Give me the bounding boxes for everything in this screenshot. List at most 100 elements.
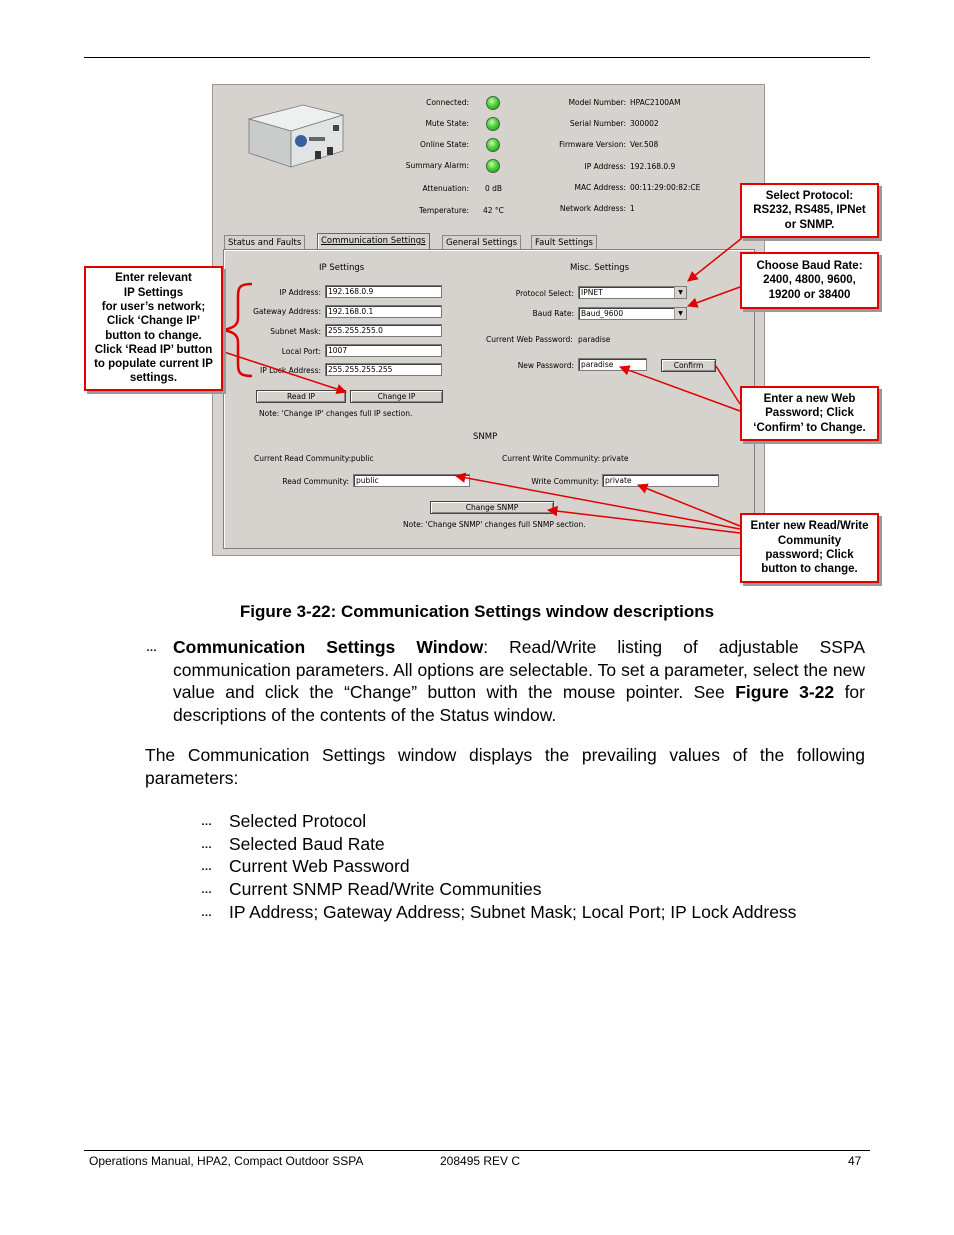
current-read-community-value: public xyxy=(351,454,374,463)
mute-label: Mute State: xyxy=(425,119,469,128)
tab-status-faults[interactable]: Status and Faults xyxy=(224,235,306,250)
callout-baud-line: 2400, 4800, 9600, xyxy=(763,274,856,287)
callout-web-password: Enter a new Web Password; Click ‘Confirm… xyxy=(740,386,879,441)
list-item: Current Web Password xyxy=(229,856,410,876)
summary-alarm-label: Summary Alarm: xyxy=(405,161,469,170)
new-password-input[interactable]: paradise xyxy=(578,358,647,371)
callout-community-line: button to change. xyxy=(761,563,858,576)
baud-select[interactable]: Baud_9600 ▼ xyxy=(578,307,687,320)
ip-lock-label: IP Lock Address: xyxy=(260,366,321,375)
read-community-label: Read Community: xyxy=(282,477,349,486)
callout-ip-line: for user’s network; xyxy=(101,300,206,313)
baud-value: Baud_9600 xyxy=(581,309,624,318)
baud-label: Baud Rate: xyxy=(532,309,574,318)
callout-ip-line: settings. xyxy=(129,372,178,385)
footer-page-number: 47 xyxy=(848,1154,862,1168)
current-web-password-value: paradise xyxy=(578,335,611,344)
callout-baud-rate: Choose Baud Rate: 2400, 4800, 9600, 1920… xyxy=(740,252,879,309)
bullet-icon: … xyxy=(146,642,157,654)
bullet-icon: … xyxy=(201,839,212,851)
local-port-input[interactable]: 1007 xyxy=(325,344,442,357)
serial-label: Serial Number: xyxy=(569,119,626,128)
bullet-icon: … xyxy=(201,884,212,896)
callout-ip-line: Click ‘Change IP’ xyxy=(106,315,201,328)
status-ip-value: 192.168.0.9 xyxy=(630,162,676,171)
header-rule xyxy=(84,57,870,58)
ip-settings-heading: IP Settings xyxy=(319,263,365,273)
model-label: Model Number: xyxy=(568,98,626,107)
footer-rule xyxy=(84,1150,870,1151)
protocol-value: IPNET xyxy=(581,288,603,297)
online-label: Online State: xyxy=(420,140,469,149)
callout-ip-line: IP Settings xyxy=(123,286,184,299)
protocol-select[interactable]: IPNET ▼ xyxy=(578,286,687,299)
read-ip-button[interactable]: Read IP xyxy=(256,390,346,403)
callout-protocol: Select Protocol: RS232, RS485, IPNet or … xyxy=(740,183,879,238)
model-value: HPAC2100AM xyxy=(630,98,681,107)
callout-protocol-line: RS232, RS485, IPNet xyxy=(753,204,866,217)
chevron-down-icon[interactable]: ▼ xyxy=(674,308,686,319)
bullet-icon: … xyxy=(201,816,212,828)
callout-community-line: Community xyxy=(777,534,842,547)
firmware-label: Firmware Version: xyxy=(559,140,626,149)
callout-community-line: Enter new Read/Write xyxy=(750,520,869,533)
callout-protocol-line: Select Protocol: xyxy=(765,190,854,203)
callout-ip-line: to populate current IP xyxy=(94,358,213,371)
new-password-label: New Password: xyxy=(517,361,574,370)
protocol-label: Protocol Select: xyxy=(515,289,574,298)
comm-settings-window: Connected: Mute State: Online State: Sum… xyxy=(212,84,765,556)
local-port-label: Local Port: xyxy=(281,347,321,356)
current-write-community-value: private xyxy=(602,454,629,463)
bullet-icon: … xyxy=(201,861,212,873)
tab-fault-settings[interactable]: Fault Settings xyxy=(531,235,597,250)
callout-baud-line: Choose Baud Rate: xyxy=(756,260,863,273)
list-item: IP Address; Gateway Address; Subnet Mask… xyxy=(229,902,797,922)
write-community-label: Write Community: xyxy=(531,477,599,486)
current-write-community-label: Current Write Community: xyxy=(502,454,601,463)
callout-password-line: Enter a new Web xyxy=(763,393,856,406)
p1-bold: Communication Settings Window xyxy=(173,637,484,657)
callout-protocol-line: or SNMP. xyxy=(784,218,835,231)
bullet-icon: … xyxy=(201,907,212,919)
temperature-label: Temperature: xyxy=(418,206,469,215)
change-ip-button[interactable]: Change IP xyxy=(350,390,443,403)
serial-value: 300002 xyxy=(630,119,659,128)
snmp-note: Note: 'Change SNMP' changes full SNMP se… xyxy=(403,520,586,529)
body-paragraph-1: Communication Settings Window: Read/Writ… xyxy=(173,636,865,726)
gateway-label: Gateway Address: xyxy=(253,307,321,316)
callout-ip-settings: Enter relevant IP Settings for user’s ne… xyxy=(84,266,223,391)
callout-community-line: password; Click xyxy=(765,549,854,561)
mac-value: 00:11:29:00:82:CE xyxy=(630,183,701,192)
callout-baud-line: 19200 or 38400 xyxy=(768,288,851,301)
status-ip-label: IP Address: xyxy=(584,162,626,171)
ip-note: Note: 'Change IP' changes full IP sectio… xyxy=(259,409,413,418)
chevron-down-icon[interactable]: ▼ xyxy=(674,287,686,298)
mac-label: MAC Address: xyxy=(574,183,627,192)
change-snmp-button[interactable]: Change SNMP xyxy=(430,501,554,514)
firmware-value: Ver.508 xyxy=(630,140,659,149)
tab-general-settings[interactable]: General Settings xyxy=(442,235,522,250)
list-item: Selected Protocol xyxy=(229,811,367,831)
confirm-button[interactable]: Confirm xyxy=(661,359,716,372)
callout-ip-line: Enter relevant xyxy=(115,272,192,285)
callout-ip-line: button to change. xyxy=(105,329,202,342)
network-label: Network Address: xyxy=(559,204,626,213)
subnet-input[interactable]: 255.255.255.0 xyxy=(325,324,442,337)
footer-doc-number: 208495 REV C xyxy=(440,1154,521,1168)
attenuation-label: Attenuation: xyxy=(422,184,470,193)
p1-figure-ref[interactable]: Figure 3-22 xyxy=(735,682,834,702)
body-paragraph-2: The Communication Settings window displa… xyxy=(145,745,865,788)
snmp-heading: SNMP xyxy=(473,432,498,442)
figure-caption: Figure 3-22: Communication Settings wind… xyxy=(239,602,715,621)
tab-communication-settings[interactable]: Communication Settings xyxy=(317,233,430,250)
write-community-input[interactable]: private xyxy=(602,474,719,487)
current-read-community-label: Current Read Community: xyxy=(254,454,352,463)
callout-password-line: ‘Confirm’ to Change. xyxy=(753,421,866,434)
ip-address-label: IP Address: xyxy=(279,288,321,297)
network-value: 1 xyxy=(630,204,635,213)
callout-community: Enter new Read/Write Community password;… xyxy=(740,513,879,583)
callout-ip-line: Click ‘Read IP’ button xyxy=(94,343,213,356)
misc-settings-heading: Misc. Settings xyxy=(570,263,630,273)
callout-password-line: Password; Click xyxy=(765,407,854,420)
list-item: Current SNMP Read/Write Communities xyxy=(229,879,542,899)
